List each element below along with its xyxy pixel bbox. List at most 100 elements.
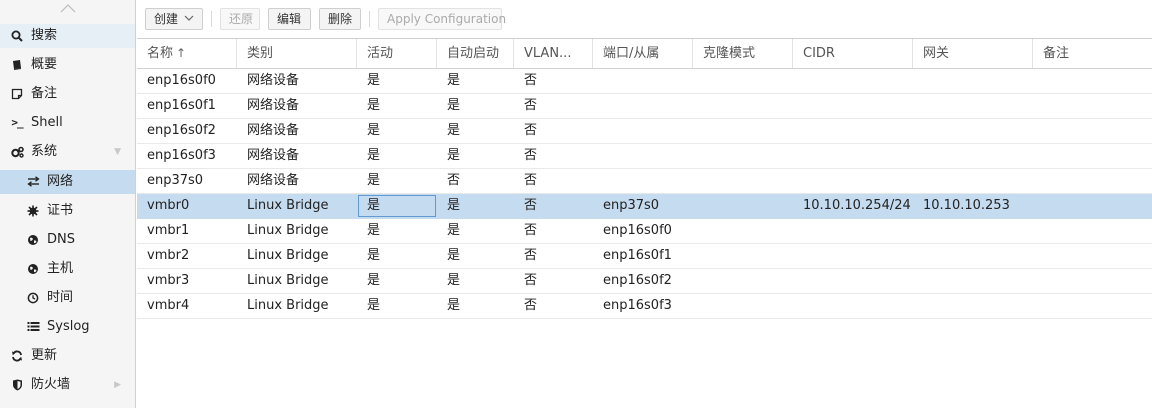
sidebar-item-network[interactable]: 网络 [0,170,135,194]
cell-vlan: 否 [524,223,538,238]
chevron-down-icon [184,9,194,29]
chevron-right-icon[interactable]: ▶ [114,373,121,397]
cell-bond-mode [693,219,793,243]
sidebar-item-dns[interactable]: DNS [0,228,135,252]
column-header-name[interactable]: 名称 ↑ [137,39,237,68]
column-header-ports[interactable]: 端口/从属 [593,39,693,68]
cell-comment [1033,244,1152,268]
sidebar-item-label: Shell [31,115,63,130]
cell-name: vmbr0 [147,198,190,213]
edit-button[interactable]: 编辑 [268,8,311,30]
cell-cidr [793,119,913,143]
sidebar-item-search[interactable]: 搜索 [0,24,135,48]
cell-vlan: 否 [524,273,538,288]
list-icon [26,315,40,339]
revert-button[interactable]: 还原 [220,8,260,30]
column-header-type[interactable]: 类别 [237,39,357,68]
sidebar-item-firewall[interactable]: 防火墙 ▶ [0,373,135,397]
cell-active: 是 [357,194,437,218]
table-row[interactable]: vmbr0 Linux Bridge 是是 否 enp37s0 10.10.10.254/… [137,194,1152,219]
cell-active: 是 [367,123,381,138]
book-icon [10,53,24,77]
sidebar-item-label: 防火墙 [31,377,71,392]
sidebar-item-label: 网络 [47,174,74,189]
sidebar-item-shell[interactable]: >_ Shell [0,111,135,135]
cell-cidr [793,294,913,318]
cell-comment [1033,294,1152,318]
table-row[interactable]: vmbr4 Linux Bridge 是 是 否 enp16s0f3 [137,294,1152,319]
cell-bond-mode [693,94,793,118]
column-header-bond-mode[interactable]: 克隆模式 [693,39,793,68]
cell-bond-mode [693,69,793,93]
toolbar-separator [369,11,370,27]
column-header-comment[interactable]: 备注 [1033,39,1152,68]
table-row[interactable]: enp37s0 网络设备 是 否 否 [137,169,1152,194]
cell-vlan: 否 [524,198,538,213]
search-icon [10,24,24,48]
table-row[interactable]: vmbr2 Linux Bridge 是 是 否 enp16s0f1 [137,244,1152,269]
cell-active: 是 [367,148,381,163]
sidebar-item-hosts[interactable]: 主机 [0,257,135,281]
cell-cidr [793,94,913,118]
sidebar-item-label: 主机 [47,261,74,276]
table-row[interactable]: vmbr3 Linux Bridge 是 是 否 enp16s0f2 [137,269,1152,294]
sort-ascending-icon: ↑ [176,46,187,60]
cell-autostart: 是 [447,223,461,238]
cell-type: 网络设备 [247,123,300,138]
cell-bond-mode [693,169,793,193]
shield-icon [10,373,24,397]
cell-autostart: 是 [447,248,461,263]
create-button[interactable]: 创建 [145,8,203,30]
table-row[interactable]: enp16s0f3 网络设备 是 是 否 [137,144,1152,169]
sidebar-item-updates[interactable]: 更新 [0,344,135,368]
cell-bond-mode [693,269,793,293]
cell-active: 是 [367,173,381,188]
sidebar-item-summary[interactable]: 概要 [0,53,135,77]
cell-name: enp37s0 [147,173,204,188]
sidebar-item-syslog[interactable]: Syslog [0,315,135,339]
cell-ports: enp16s0f1 [603,248,672,263]
sidebar-item-label: 时间 [47,290,74,305]
sidebar-item-certificates[interactable]: 证书 [0,199,135,223]
sidebar-item-label: Syslog [47,319,90,334]
table-row[interactable]: enp16s0f0 网络设备 是 是 否 [137,69,1152,94]
cell-type: 网络设备 [247,173,300,188]
sidebar-item-notes[interactable]: 备注 [0,82,135,106]
sidebar-item-time[interactable]: 时间 [0,286,135,310]
terminal-icon: >_ [11,116,23,129]
cell-name: enp16s0f0 [147,73,216,88]
column-header-cidr[interactable]: CIDR [793,39,913,68]
cell-bond-mode [693,119,793,143]
table-row[interactable]: enp16s0f1 网络设备 是 是 否 [137,94,1152,119]
cell-ports [593,119,693,143]
column-header-gateway[interactable]: 网关 [913,39,1033,68]
column-header-vlan[interactable]: VLAN... [514,39,593,68]
cell-comment [1033,69,1152,93]
cell-name: enp16s0f1 [147,98,216,113]
cell-type: 网络设备 [247,73,300,88]
table-row[interactable]: enp16s0f2 网络设备 是 是 否 [137,119,1152,144]
cell-cidr [793,169,913,193]
apply-configuration-button[interactable]: Apply Configuration [378,8,506,30]
column-header-active[interactable]: 活动 [357,39,437,68]
cell-comment [1033,169,1152,193]
cell-autostart: 是 [447,123,461,138]
sidebar-item-system[interactable]: 系统 ▼ [0,140,135,164]
column-header-autostart[interactable]: 自动启动 [437,39,514,68]
sidebar-item-label: DNS [47,232,75,247]
cell-autostart: 是 [447,148,461,163]
chevron-down-icon[interactable]: ▼ [114,140,121,164]
table-row[interactable]: vmbr1 Linux Bridge 是 是 否 enp16s0f0 [137,219,1152,244]
cell-cidr [793,244,913,268]
cell-name: vmbr2 [147,248,190,263]
note-icon [10,82,24,106]
refresh-icon [10,344,24,368]
remove-button[interactable]: 删除 [319,8,361,30]
cell-vlan: 否 [524,298,538,313]
sidebar-item-label: 证书 [47,203,74,218]
globe-icon [26,228,40,252]
cell-autostart: 否 [447,173,461,188]
collapse-up-icon[interactable] [0,3,136,21]
cell-ports: enp16s0f0 [603,223,672,238]
sidebar: 搜索 概要 备注 >_ Shell 系统 ▼ 网络 证书 DNS 主机 时间 S… [0,0,136,408]
